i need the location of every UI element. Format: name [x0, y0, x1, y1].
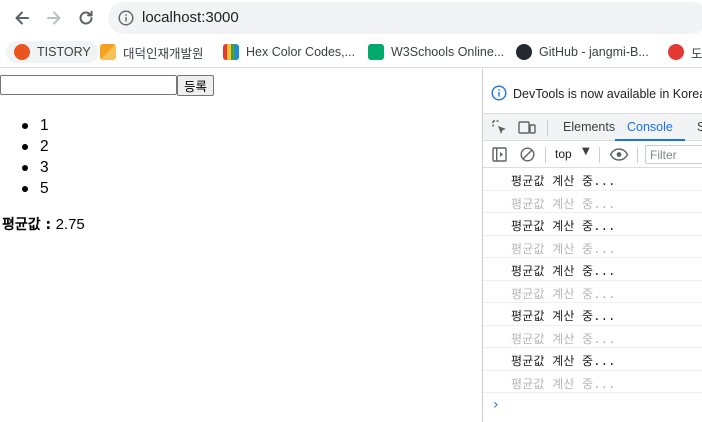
hex-color-icon — [223, 44, 239, 60]
average-label: 평균값 : — [2, 217, 52, 233]
log-text: 평균값 계산 중... — [511, 241, 616, 256]
tab-sources[interactable]: S — [697, 114, 702, 141]
address-bar[interactable]: localhost:3000 — [108, 2, 702, 34]
bookmark-label: GitHub - jangmi-B... — [539, 45, 649, 59]
device-toolbar-icon[interactable] — [517, 119, 537, 140]
console-prompt-icon[interactable]: › — [493, 397, 499, 413]
console-filter-input[interactable]: Filter — [645, 145, 702, 164]
bookmark-github[interactable]: GitHub - jangmi-B... — [516, 41, 649, 63]
console-log-entry: 평균값 계산 중... — [483, 191, 702, 213]
list-item: 2 — [22, 136, 49, 157]
devtools-panel: DevTools is now available in Korean! Ele… — [482, 69, 702, 422]
console-log-entry: 평균값 계산 중... — [483, 168, 702, 191]
bookmark-label: Hex Color Codes,... — [246, 45, 356, 59]
dropdown-arrow-icon[interactable]: ▼ — [582, 146, 590, 157]
console-log-entry: 평균값 계산 중... — [483, 258, 702, 281]
w3schools-icon — [368, 44, 384, 60]
console-log-entry: 평균값 계산 중... — [483, 281, 702, 303]
average-display: 평균값 : 2.75 — [2, 214, 85, 234]
console-log-entry: 평균값 계산 중... — [483, 348, 702, 371]
log-text: 평균값 계산 중... — [511, 309, 616, 323]
forward-arrow-icon[interactable] — [42, 6, 66, 30]
context-selector[interactable]: top — [555, 147, 572, 161]
console-log-entry: 평균값 계산 중... — [483, 303, 702, 326]
daedeok-icon — [100, 44, 116, 60]
console-output: 평균값 계산 중... 평균값 계산 중... 평균값 계산 중... 평균값 … — [483, 168, 702, 393]
tistory-icon — [14, 44, 30, 60]
console-toolbar: top ▼ Filter — [483, 141, 702, 168]
info-icon — [491, 85, 507, 105]
bookmark-daedeok[interactable]: 대덕인재개발원 — [100, 41, 204, 63]
log-text: 평균값 계산 중... — [511, 331, 616, 346]
log-text: 평균값 계산 중... — [511, 174, 616, 188]
bookmark-label: 대덕인재개발원 — [123, 46, 204, 61]
sidebar-toggle-icon[interactable] — [491, 146, 508, 167]
site-info-icon[interactable] — [118, 10, 134, 30]
reload-icon[interactable] — [74, 6, 98, 30]
console-log-entry: 평균값 계산 중... — [483, 371, 702, 393]
bookmark-label: W3Schools Online... — [391, 45, 505, 59]
bookmark-do[interactable]: 도 — [668, 41, 702, 63]
bookmark-tistory[interactable]: TISTORY — [6, 41, 99, 63]
list-item: 1 — [22, 115, 49, 136]
toolbar-divider — [599, 147, 600, 163]
bookmark-do-icon — [668, 44, 684, 60]
github-icon — [516, 44, 532, 60]
bookmark-w3schools[interactable]: W3Schools Online... — [368, 41, 504, 63]
log-text: 평균값 계산 중... — [511, 376, 616, 391]
console-log-entry: 평균값 계산 중... — [483, 213, 702, 236]
list-item: 5 — [22, 178, 49, 199]
toolbar-divider — [547, 120, 548, 136]
devtools-tabbar: Elements Console S — [483, 114, 702, 141]
clear-console-icon[interactable] — [519, 146, 536, 167]
toolbar-divider — [545, 147, 546, 163]
browser-toolbar: localhost:3000 — [0, 0, 702, 36]
console-log-entry: 평균값 계산 중... — [483, 236, 702, 258]
input-row: 등록 — [0, 75, 215, 96]
log-text: 평균값 계산 중... — [511, 354, 616, 368]
bookmarks-bar: TISTORY 대덕인재개발원 Hex Color Codes,... W3Sc… — [0, 36, 702, 68]
inspect-element-icon[interactable] — [491, 119, 508, 140]
page-content: 등록 1 2 3 5 평균값 : 2.75 — [0, 69, 482, 422]
number-input[interactable] — [0, 75, 177, 95]
log-text: 평균값 계산 중... — [511, 286, 616, 301]
eye-icon[interactable] — [609, 146, 629, 167]
toolbar-divider — [637, 147, 638, 163]
bookmark-label: TISTORY — [37, 45, 91, 59]
bookmark-label: 도 — [691, 46, 702, 61]
log-text: 평균값 계산 중... — [511, 219, 616, 233]
url-text: localhost:3000 — [142, 9, 239, 26]
devtools-notice: DevTools is now available in Korean! — [513, 87, 702, 101]
console-log-entry: 평균값 계산 중... — [483, 326, 702, 348]
back-arrow-icon[interactable] — [10, 6, 34, 30]
log-text: 평균값 계산 중... — [511, 196, 616, 211]
register-button[interactable]: 등록 — [177, 75, 215, 96]
tab-elements[interactable]: Elements — [563, 114, 615, 141]
number-list: 1 2 3 5 — [22, 115, 49, 199]
bookmark-hex-color[interactable]: Hex Color Codes,... — [223, 41, 355, 63]
devtools-infobar: DevTools is now available in Korean! — [483, 69, 702, 114]
tab-console[interactable]: Console — [615, 114, 685, 141]
log-text: 평균값 계산 중... — [511, 264, 616, 278]
list-item: 3 — [22, 157, 49, 178]
average-value: 2.75 — [55, 216, 85, 233]
